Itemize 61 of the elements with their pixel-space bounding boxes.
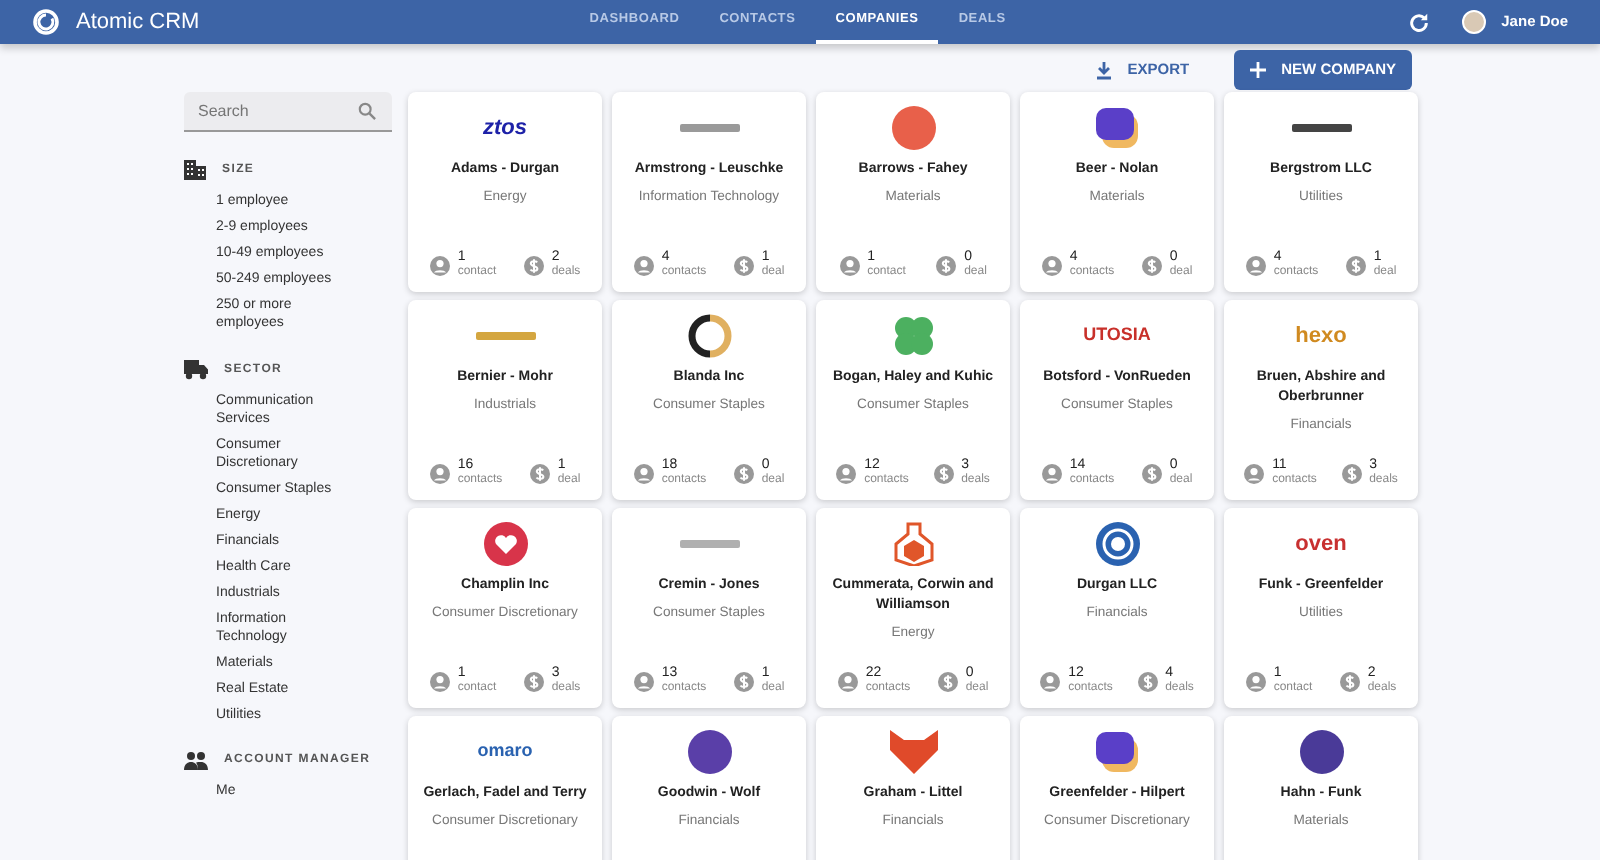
person-icon [633, 256, 654, 276]
app-title: Atomic CRM [76, 7, 200, 38]
person-icon [429, 464, 450, 484]
person-icon [1245, 256, 1266, 276]
company-logo [687, 730, 731, 774]
dollar-icon [1141, 256, 1162, 276]
company-logo: ztos [483, 113, 527, 144]
person-icon [1040, 672, 1061, 692]
dollar-icon [1341, 464, 1362, 484]
person-icon [1245, 672, 1266, 692]
people-icon [184, 752, 208, 770]
dollar-icon [937, 672, 958, 692]
logo-icon [32, 8, 60, 36]
company-logo [483, 522, 527, 566]
dollar-icon [1345, 256, 1366, 276]
company-logo: UTOSIA [1083, 322, 1151, 349]
dollar-icon [523, 672, 544, 692]
company-logo [891, 314, 935, 358]
dollar-icon [529, 464, 550, 484]
company-logo [475, 332, 535, 340]
person-icon [1041, 256, 1062, 276]
search-icon [358, 102, 376, 120]
dollar-icon [733, 464, 754, 484]
person-icon [429, 256, 450, 276]
company-logo [889, 730, 937, 774]
refresh-icon[interactable] [1407, 11, 1430, 33]
company-logo [893, 522, 933, 566]
dollar-icon [733, 256, 754, 276]
company-logo [1095, 522, 1139, 566]
company-logo [891, 106, 935, 150]
dollar-icon [1141, 464, 1162, 484]
company-logo [1299, 730, 1343, 774]
search-field[interactable]: Search [184, 92, 392, 132]
person-icon [429, 672, 450, 692]
company-logo [687, 314, 731, 358]
plus-icon [1249, 62, 1266, 78]
company-logo: hexo [1295, 321, 1347, 352]
company-logo: oven [1295, 529, 1347, 560]
company-logo [679, 540, 739, 548]
download-icon [1095, 61, 1112, 79]
company-logo: omaro [477, 738, 533, 765]
dollar-icon [523, 256, 544, 276]
person-icon [1244, 464, 1265, 484]
dollar-icon [733, 672, 754, 692]
person-icon [633, 464, 654, 484]
person-icon [1041, 464, 1062, 484]
dollar-icon [933, 464, 954, 484]
avatar[interactable] [1461, 10, 1486, 34]
company-logo [1095, 106, 1139, 150]
dollar-icon [1339, 672, 1360, 692]
dollar-icon [936, 256, 957, 276]
person-icon [839, 256, 860, 276]
person-icon [633, 672, 654, 692]
person-icon [837, 672, 858, 692]
truck-icon [184, 360, 208, 380]
company-logo [1095, 730, 1139, 774]
building-icon [184, 160, 206, 180]
person-icon [836, 464, 857, 484]
dollar-icon [1137, 672, 1158, 692]
company-logo [1291, 124, 1351, 132]
company-logo [679, 124, 739, 132]
